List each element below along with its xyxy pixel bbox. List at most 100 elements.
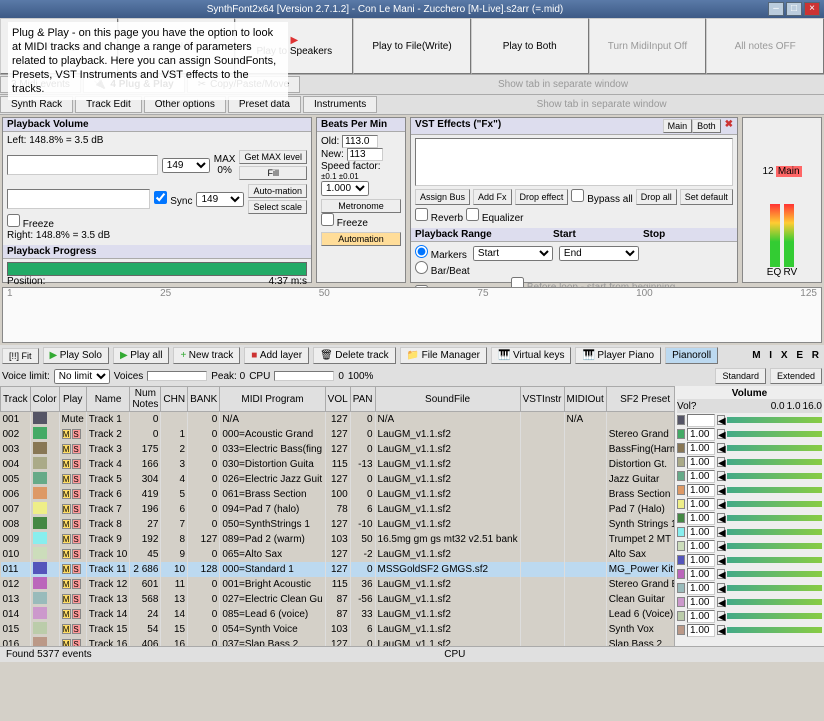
- close-vst-icon[interactable]: ✖: [725, 119, 733, 133]
- mixer-row[interactable]: ◀: [677, 595, 822, 609]
- speed-factor-select[interactable]: 1.000: [321, 181, 369, 196]
- col-header[interactable]: MIDI Program: [220, 387, 325, 412]
- mixer-row[interactable]: ◀: [677, 567, 822, 581]
- mixer-volume-input[interactable]: [687, 442, 715, 455]
- mixer-toggle-icon[interactable]: ◀: [717, 457, 725, 467]
- col-header[interactable]: MIDIOut: [564, 387, 606, 412]
- mixer-volume-input[interactable]: [687, 568, 715, 581]
- fill-button[interactable]: Fill: [239, 166, 307, 180]
- bpm-automation-button[interactable]: Automation: [321, 232, 401, 246]
- reverb-checkbox[interactable]: Reverb: [415, 208, 463, 224]
- tracks-grid[interactable]: TrackColorPlayNameNum NotesCHNBANKMIDI P…: [0, 386, 674, 646]
- volume-value-select-r[interactable]: 149: [196, 192, 244, 207]
- mixer-volume-input[interactable]: [687, 456, 715, 469]
- close-button[interactable]: ×: [804, 2, 820, 16]
- play-to-file-button[interactable]: Play to File(Write): [353, 18, 471, 74]
- volume-value-select[interactable]: 149: [162, 158, 210, 173]
- delete-track-button[interactable]: 🗑 Delete track: [313, 347, 396, 364]
- play-solo-button[interactable]: ▶ Play Solo: [43, 347, 109, 364]
- virtual-keys-button[interactable]: 🎹 Virtual keys: [491, 347, 571, 364]
- table-row[interactable]: 015MSTrack 1554150054=Synth Voice1036Lau…: [1, 622, 675, 637]
- mixer-volume-input[interactable]: [687, 470, 715, 483]
- equalizer-checkbox[interactable]: Equalizer: [466, 208, 523, 224]
- mixer-row[interactable]: ◀: [677, 553, 822, 567]
- col-header[interactable]: Num Notes: [130, 387, 161, 412]
- mixer-row[interactable]: ◀: [677, 413, 822, 427]
- mixer-row[interactable]: ◀: [677, 469, 822, 483]
- mixer-volume-input[interactable]: [687, 498, 715, 511]
- table-row[interactable]: 001MuteTrack 100N/A1270N/AN/AXMainSTD: [1, 412, 675, 428]
- table-row[interactable]: 014MSTrack 1424140085=Lead 6 (voice)8733…: [1, 607, 675, 622]
- mixer-toggle-icon[interactable]: ◀: [717, 429, 725, 439]
- mixer-volume-input[interactable]: [687, 512, 715, 525]
- start-marker-select[interactable]: Start: [473, 246, 553, 261]
- mixer-volume-input[interactable]: [687, 540, 715, 553]
- set-default-button[interactable]: Set default: [680, 189, 733, 205]
- mixer-row[interactable]: ◀: [677, 539, 822, 553]
- bpm-freeze-checkbox[interactable]: Freeze: [321, 218, 368, 229]
- add-layer-button[interactable]: ■ Add layer: [244, 347, 309, 364]
- mixer-toggle-icon[interactable]: ◀: [717, 499, 725, 509]
- barbeat-radio[interactable]: Bar/Beat: [415, 266, 470, 277]
- table-row[interactable]: 003MSTrack 317520033=Electric Bass(fing1…: [1, 442, 675, 457]
- mixer-row[interactable]: ◀: [677, 581, 822, 595]
- mixer-row[interactable]: ◀: [677, 525, 822, 539]
- left-volume-slider[interactable]: [7, 155, 158, 175]
- table-row[interactable]: 005MSTrack 530440026=Electric Jazz Guit1…: [1, 472, 675, 487]
- table-row[interactable]: 008MSTrack 82770050=SynthStrings 1127-10…: [1, 517, 675, 532]
- assign-bus-button[interactable]: Assign Bus: [415, 189, 470, 205]
- right-volume-slider[interactable]: [7, 189, 150, 209]
- mixer-toggle-icon[interactable]: ◀: [717, 625, 725, 635]
- show-tab-separate-2[interactable]: Show tab in separate window: [379, 99, 824, 110]
- mixer-volume-input[interactable]: [687, 526, 715, 539]
- table-row[interactable]: 006MSTrack 641950061=Brass Section1000La…: [1, 487, 675, 502]
- play-all-button[interactable]: ▶ Play all: [113, 347, 169, 364]
- timeline-overview[interactable]: 1255075100125: [2, 287, 822, 343]
- progress-bar[interactable]: [7, 262, 307, 276]
- mixer-toggle-icon[interactable]: ◀: [717, 555, 725, 565]
- col-header[interactable]: SF2 Preset: [606, 387, 674, 412]
- mixer-volume-input[interactable]: [687, 428, 715, 441]
- vst-both-tab[interactable]: Both: [692, 119, 721, 133]
- mixer-toggle-icon[interactable]: ◀: [717, 527, 725, 537]
- new-track-button[interactable]: + New track: [173, 347, 240, 364]
- table-row[interactable]: 007MSTrack 719660094=Pad 7 (halo)786LauG…: [1, 502, 675, 517]
- drop-all-button[interactable]: Drop all: [636, 189, 677, 205]
- mixer-toggle-icon[interactable]: ◀: [717, 597, 725, 607]
- tab-instruments[interactable]: Instruments: [303, 96, 377, 113]
- table-row[interactable]: 012MSTrack 12601110001=Bright Acoustic11…: [1, 577, 675, 592]
- minimize-button[interactable]: –: [768, 2, 784, 16]
- bpm-new-input[interactable]: [347, 148, 383, 161]
- mixer-row[interactable]: ◀: [677, 427, 822, 441]
- mixer-toggle-icon[interactable]: ◀: [717, 569, 725, 579]
- col-header[interactable]: Name: [86, 387, 130, 412]
- play-to-both-button[interactable]: Play to Both: [471, 18, 589, 74]
- mixer-row[interactable]: ◀: [677, 441, 822, 455]
- mixer-toggle-icon[interactable]: ◀: [717, 443, 725, 453]
- mixer-toggle-icon[interactable]: ◀: [717, 541, 725, 551]
- mixer-volume-input[interactable]: [687, 624, 715, 637]
- bypass-all-checkbox[interactable]: Bypass all: [571, 189, 632, 205]
- col-header[interactable]: VSTInstr: [520, 387, 564, 412]
- maximize-button[interactable]: □: [786, 2, 802, 16]
- automation-button[interactable]: Auto-mation: [248, 184, 307, 198]
- mixer-volume-input[interactable]: [687, 582, 715, 595]
- col-header[interactable]: SoundFile: [375, 387, 520, 412]
- voice-limit-select[interactable]: No limit: [54, 369, 110, 384]
- mixer-volume-input[interactable]: [687, 596, 715, 609]
- mixer-toggle-icon[interactable]: ◀: [717, 583, 725, 593]
- table-row[interactable]: 013MSTrack 13568130027=Electric Clean Gu…: [1, 592, 675, 607]
- col-header[interactable]: BANK: [188, 387, 220, 412]
- metronome-button[interactable]: Metronome: [321, 199, 401, 213]
- mixer-volume-input[interactable]: [687, 554, 715, 567]
- vst-main-tab[interactable]: Main: [663, 119, 693, 133]
- mixer-row[interactable]: ◀: [677, 609, 822, 623]
- mixer-row[interactable]: ◀: [677, 623, 822, 637]
- mixer-toggle-icon[interactable]: ◀: [717, 471, 725, 481]
- player-piano-button[interactable]: 🎹 Player Piano: [575, 347, 661, 364]
- table-row[interactable]: 010MSTrack 104590065=Alto Sax127-2LauGM_…: [1, 547, 675, 562]
- file-manager-button[interactable]: 📁 File Manager: [400, 347, 487, 364]
- col-header[interactable]: Color: [30, 387, 59, 412]
- col-header[interactable]: VOL: [325, 387, 350, 412]
- mixer-row[interactable]: ◀: [677, 483, 822, 497]
